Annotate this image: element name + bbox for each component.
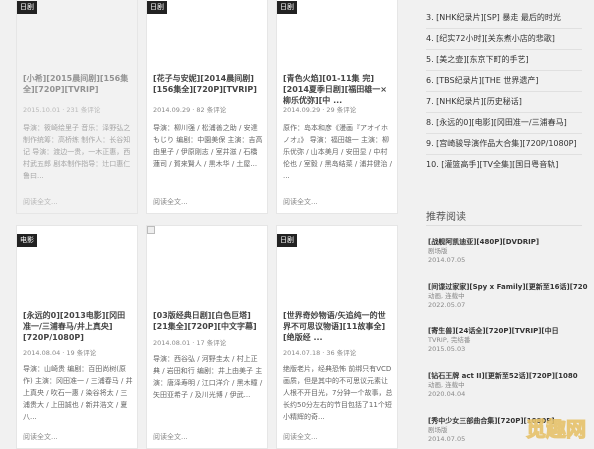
sidebar: 3. [NHK纪录片][SP] 暴走 最后的时光 4. [纪实72小时][关东煮…	[413, 0, 594, 449]
read-more-link[interactable]: 阅读全文...	[283, 197, 318, 207]
post-card[interactable]: 电影 [永远的0][2013电影][冈田准一/三浦春马/井上真央][720P/1…	[16, 225, 138, 449]
read-more-link[interactable]: 阅读全文...	[283, 432, 318, 442]
post-meta: 2014.08.04 · 19 条评论	[23, 349, 97, 357]
post-excerpt: 导演：西谷弘 / 河野圭太 / 村上正典 / 岩田和行 编剧：井上由美子 主演：…	[153, 355, 263, 399]
category-badge: 日剧	[17, 1, 37, 14]
post-card[interactable]: [03版经典日剧][白色巨塔][21集全][720P][中文字幕] 2014.0…	[146, 225, 268, 449]
ranking-item[interactable]: 3. [NHK纪录片][SP] 暴走 最后的时光	[426, 13, 588, 23]
read-more-link[interactable]: 阅读全文...	[153, 197, 188, 207]
ranking-item[interactable]: 7. [NHK纪录片][历史秘话]	[426, 97, 588, 107]
post-card[interactable]: 日剧 [青色火焰][01-11集 完][2014夏季日剧][福田雄一×柳乐优弥]…	[276, 0, 398, 214]
ranking-item[interactable]: 10. [灌篮高手][TV全集][国日粤音轨]	[426, 160, 588, 170]
watermark-logo: 觅趣网	[525, 416, 586, 441]
recommended-category[interactable]: TVRIP, 完结番	[428, 336, 588, 345]
category-badge: 日剧	[277, 234, 297, 247]
category-badge: 日剧	[277, 1, 297, 14]
post-title[interactable]: [永远的0][2013电影][冈田准一/三浦春马/井上真央][720P/1080…	[23, 310, 133, 343]
divider	[426, 225, 582, 226]
post-meta: 2014.09.29 · 29 条评论	[283, 106, 357, 114]
post-title[interactable]: [03版经典日剧][白色巨塔][21集全][720P][中文字幕]	[153, 310, 263, 332]
recommended-category[interactable]: 剧场版	[428, 247, 588, 256]
ranking-item[interactable]: 5. [美之壶][东京下町的手艺]	[426, 55, 588, 65]
recommended-date: 2014.07.05	[428, 256, 466, 264]
post-excerpt: 导演：筱崎绘里子 音乐：泽野弘之 制作统筹：高桥练 制作人：长谷知记 导演：渡边…	[23, 124, 131, 180]
ranking-item[interactable]: 6. [TBS纪录片][THE 世界遗产]	[426, 76, 588, 86]
read-more-link[interactable]: 阅读全文...	[23, 432, 58, 442]
post-card[interactable]: 日剧 [花子与安妮][2014晨间剧][156集全][720P][TVRIP] …	[146, 0, 268, 214]
ranking-item[interactable]: 8. [永远的0][电影][冈田准一/三浦春马]	[426, 118, 588, 128]
post-title[interactable]: [青色火焰][01-11集 完][2014夏季日剧][福田雄一×柳乐优弥][中 …	[283, 73, 393, 106]
recommended-item[interactable]: [间谍过家家][Spy x Family][更新至16话][720 动画, 连载…	[428, 282, 588, 310]
svg-text:觅趣网: 觅趣网	[526, 417, 586, 441]
post-excerpt: 原作：岛本和彦《漫画『アオイホノオ』》 导演：福田雄一 主演：柳乐优弥 / 山本…	[283, 124, 393, 180]
post-meta: 2014.07.18 · 36 条评论	[283, 349, 357, 357]
post-meta: 2015.10.01 · 231 条评论	[23, 106, 101, 114]
divider	[426, 49, 582, 50]
post-excerpt: 导演：山崎贵 编剧：百田尚树(原作) 主演：冈田准一 / 三浦春马 / 井上真央…	[23, 365, 133, 421]
post-title[interactable]: [小希][2015晨间剧][156集全][720P][TVRIP]	[23, 73, 133, 95]
recommended-date: 2015.05.03	[428, 345, 466, 353]
ranking-item[interactable]: 9. [宫崎骏导演作品大合集][720P/1080P]	[426, 139, 588, 149]
recommended-heading: 推荐阅读	[426, 212, 466, 223]
read-more-link[interactable]: 阅读全文...	[23, 197, 58, 207]
divider	[426, 133, 582, 134]
broken-image-icon	[147, 226, 155, 234]
post-card[interactable]: 日剧 [小希][2015晨间剧][156集全][720P][TVRIP] 201…	[16, 0, 138, 214]
post-meta: 2014.08.01 · 17 条评论	[153, 339, 227, 347]
category-badge: 日剧	[147, 1, 167, 14]
post-card[interactable]: 日剧 [世界奇妙物语/矢追纯一的世界不可思议物语][11故事全][绝版经 ...…	[276, 225, 398, 449]
divider	[426, 112, 582, 113]
recommended-item[interactable]: [寄生兽][24话全][720P][TVRIP][中日 TVRIP, 完结番 2…	[428, 326, 588, 354]
ranking-item[interactable]: 4. [纪实72小时][关东煮小店的悲歌]	[426, 34, 588, 44]
recommended-category[interactable]: 动画, 连载中	[428, 381, 588, 390]
recommended-title[interactable]: [寄生兽][24话全][720P][TVRIP][中日	[428, 326, 588, 336]
recommended-date: 2020.04.04	[428, 390, 466, 398]
recommended-title[interactable]: [间谍过家家][Spy x Family][更新至16话][720	[428, 282, 588, 292]
post-title[interactable]: [花子与安妮][2014晨间剧][156集全][720P][TVRIP]	[153, 73, 263, 95]
post-excerpt: 导演：柳川强 / 松浦善之助 / 安達もじり 编剧：中園美保 主演：吉高由里子 …	[153, 124, 263, 168]
category-badge: 电影	[17, 234, 37, 247]
divider	[426, 28, 582, 29]
divider	[426, 154, 582, 155]
recommended-title[interactable]: [钻石王牌 act II][更新至52话][720P][1080	[428, 371, 588, 381]
recommended-category[interactable]: 动画, 连载中	[428, 292, 588, 301]
recommended-item[interactable]: [钻石王牌 act II][更新至52话][720P][1080 动画, 连载中…	[428, 371, 588, 399]
thumbnail-placeholder[interactable]	[147, 226, 267, 296]
post-meta: 2014.09.29 · 82 条评论	[153, 106, 227, 114]
post-title[interactable]: [世界奇妙物语/矢追纯一的世界不可思议物语][11故事全][绝版经 ...	[283, 310, 393, 343]
divider	[426, 70, 582, 71]
recommended-date: 2022.05.07	[428, 301, 466, 309]
recommended-item[interactable]: [战舰阿凯迪亚][480P][DVDRIP] 剧场版 2014.07.05	[428, 237, 588, 265]
recommended-title[interactable]: [战舰阿凯迪亚][480P][DVDRIP]	[428, 237, 588, 247]
post-excerpt: 绝版老片，经典恐怖 前绑只有VCD画质，但是其中的不可思议元素让人根不开目光，7…	[283, 365, 393, 421]
divider	[426, 91, 582, 92]
read-more-link[interactable]: 阅读全文...	[153, 432, 188, 442]
